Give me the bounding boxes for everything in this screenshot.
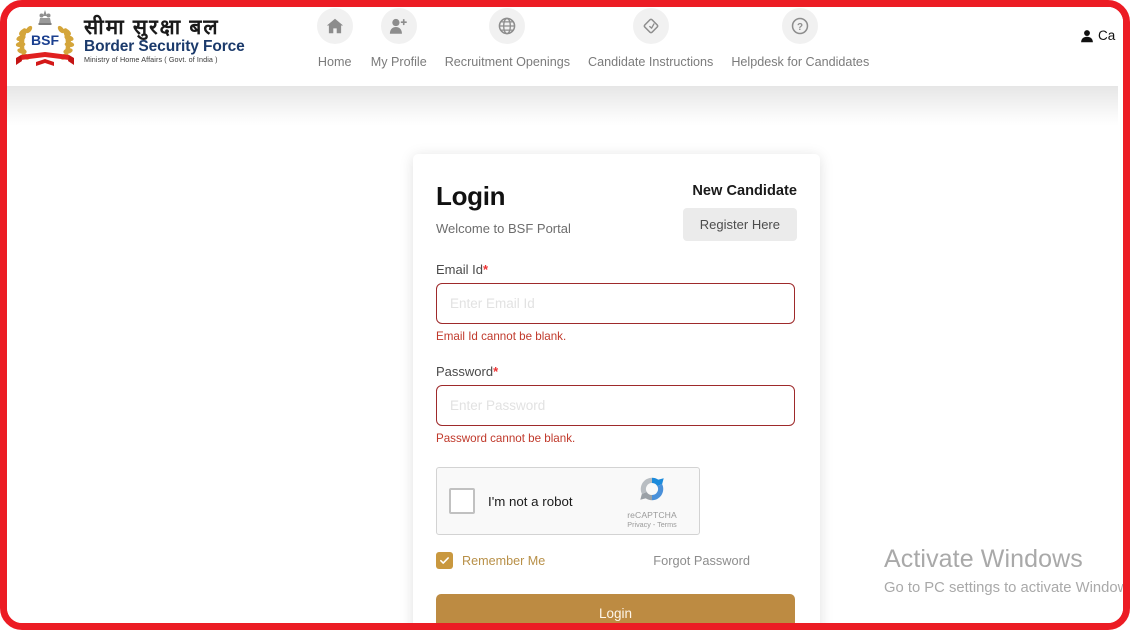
- nav-label: My Profile: [370, 55, 427, 69]
- nav-item-home[interactable]: Home: [308, 8, 362, 69]
- logo-ministry: Ministry of Home Affairs ( Govt. of Indi…: [84, 55, 218, 65]
- browser-viewport: BSF सीमा सुरक्षा बल Border Security Forc…: [7, 7, 1123, 623]
- page-title: Login: [436, 181, 506, 211]
- new-candidate-label: New Candidate: [692, 183, 797, 199]
- svg-text:?: ?: [797, 22, 803, 33]
- new-candidate-column: New Candidate Register Here: [682, 181, 797, 241]
- svg-text:BSF: BSF: [31, 32, 59, 48]
- nav-label: Candidate Instructions: [588, 55, 714, 69]
- user-add-icon: [380, 8, 417, 44]
- recaptcha-checkbox[interactable]: [449, 488, 475, 514]
- nav-item-my-profile[interactable]: My Profile: [362, 8, 436, 69]
- nav-item-recruitment-openings[interactable]: Recruitment Openings: [436, 8, 579, 69]
- remember-me-checkbox[interactable]: [436, 552, 453, 569]
- login-card-header: Login Welcome to BSF Portal New Candidat…: [436, 181, 797, 241]
- register-here-button[interactable]: Register Here: [682, 208, 797, 241]
- recaptcha-logo-icon: [640, 477, 664, 501]
- login-title-column: Login Welcome to BSF Portal: [436, 181, 571, 236]
- recaptcha-label: I'm not a robot: [488, 493, 573, 509]
- email-input[interactable]: [436, 283, 795, 324]
- required-asterisk: *: [482, 262, 489, 277]
- password-input[interactable]: [436, 385, 795, 426]
- password-field-label: Password*: [436, 364, 797, 379]
- login-card: Login Welcome to BSF Portal New Candidat…: [413, 154, 820, 623]
- bsf-logo[interactable]: BSF सीमा सुरक्षा बल Border Security Forc…: [14, 9, 245, 71]
- question-circle-icon: ?: [782, 8, 819, 44]
- logo-english-name: Border Security Force: [84, 37, 245, 55]
- page-content: Login Welcome to BSF Portal New Candidat…: [7, 86, 1123, 623]
- nav-label: Helpdesk for Candidates: [731, 55, 870, 69]
- user-name-label: Ca: [1098, 28, 1116, 43]
- check-icon: [440, 557, 449, 564]
- login-button[interactable]: Login: [436, 594, 795, 623]
- recaptcha-legal-links[interactable]: Privacy - Terms: [614, 520, 690, 529]
- bsf-emblem-icon: BSF: [14, 10, 76, 70]
- nav-item-candidate-instructions[interactable]: Candidate Instructions: [579, 8, 722, 69]
- recaptcha-widget[interactable]: I'm not a robot reCAPTCHA Privacy - Term…: [436, 467, 700, 535]
- recaptcha-branding: reCAPTCHA Privacy - Terms: [614, 474, 690, 529]
- nav-label: Recruitment Openings: [444, 55, 571, 69]
- screenshot-frame: BSF सीमा सुरक्षा बल Border Security Forc…: [0, 0, 1130, 630]
- remember-me-row: Remember Me Forgot Password: [436, 552, 797, 569]
- user-account-menu[interactable]: Ca: [1080, 28, 1123, 43]
- email-error-message: Email Id cannot be blank.: [436, 330, 567, 343]
- email-label-text: Email Id: [436, 262, 483, 277]
- forgot-password-link[interactable]: Forgot Password: [653, 553, 750, 568]
- watermark-title: Activate Windows: [884, 545, 1083, 573]
- nav-item-helpdesk-for-candidates[interactable]: ? Helpdesk for Candidates: [722, 8, 878, 69]
- page-right-margin: [1118, 86, 1123, 623]
- person-icon: [1081, 29, 1093, 42]
- watermark-subtitle: Go to PC settings to activate Windows.: [884, 580, 1130, 596]
- activate-windows-watermark: Activate Windows Go to PC settings to ac…: [884, 545, 1130, 596]
- password-error-message: Password cannot be blank.: [436, 432, 576, 445]
- globe-icon: [489, 8, 526, 44]
- password-label-text: Password: [436, 364, 494, 379]
- remember-me-label[interactable]: Remember Me: [462, 554, 545, 568]
- email-field-label: Email Id*: [436, 262, 797, 277]
- diamond-icon: [632, 8, 669, 44]
- nav-label: Home: [317, 55, 352, 69]
- required-asterisk: *: [493, 364, 499, 379]
- home-icon: [316, 8, 353, 44]
- logo-hindi-name: सीमा सुरक्षा बल: [84, 14, 220, 39]
- recaptcha-brand-name: reCAPTCHA: [627, 510, 677, 520]
- logo-text-block: सीमा सुरक्षा बल Border Security Force Mi…: [84, 14, 245, 65]
- welcome-text: Welcome to BSF Portal: [436, 221, 571, 237]
- site-header: BSF सीमा सुरक्षा बल Border Security Forc…: [7, 7, 1123, 86]
- main-navigation: Home My Profile Recruitment Openings Can…: [308, 8, 879, 78]
